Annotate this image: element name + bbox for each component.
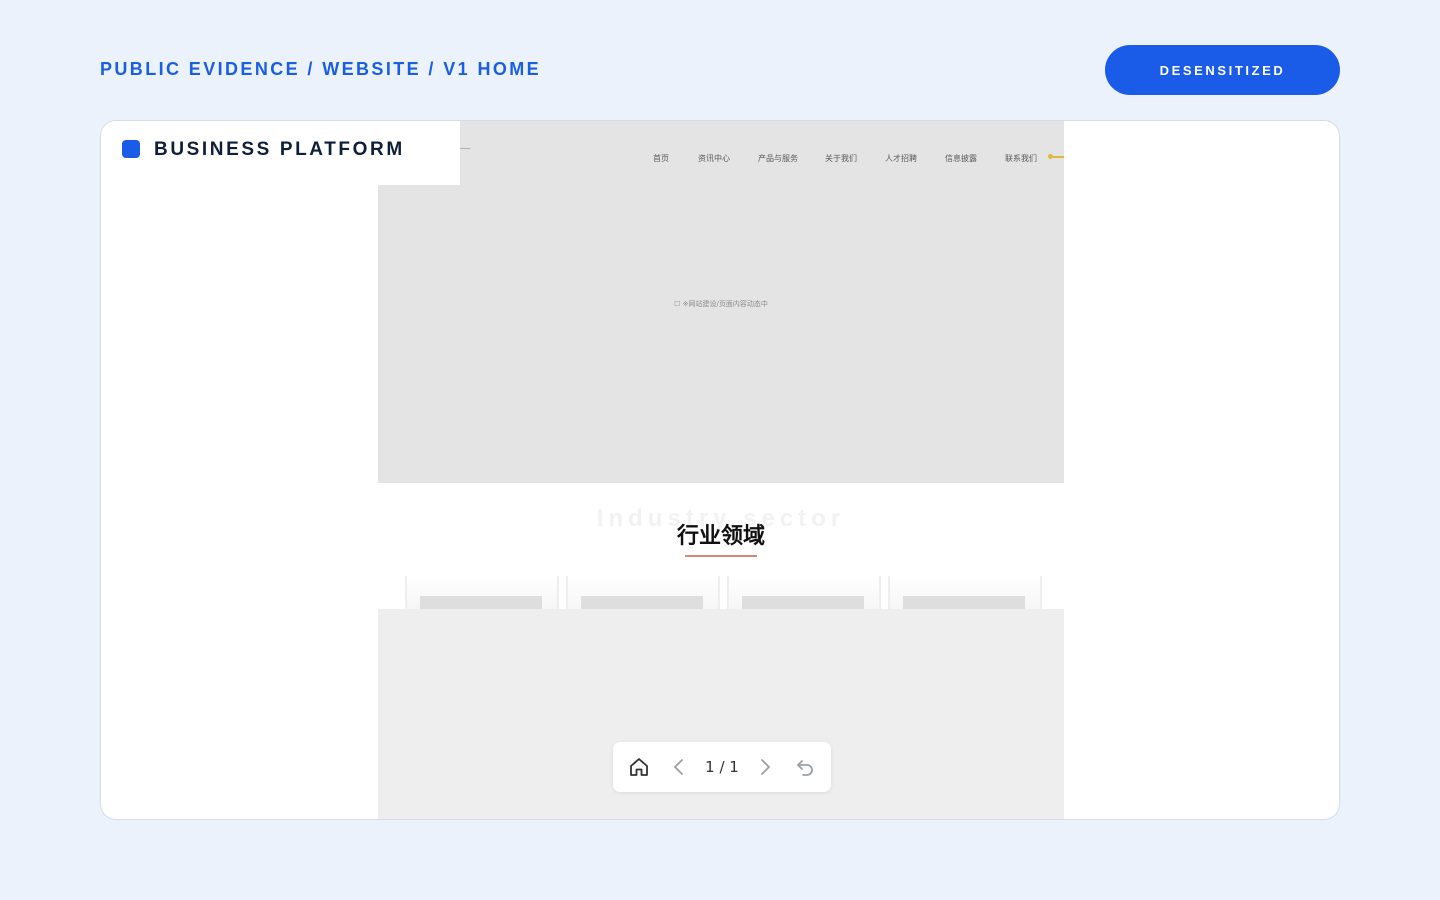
nav-toggle-icon[interactable] — [1048, 154, 1064, 160]
desensitized-badge[interactable]: DESENSITIZED — [1105, 45, 1340, 95]
nav-item-products[interactable]: 产品与服务 — [758, 153, 798, 164]
industry-card[interactable] — [727, 576, 881, 610]
website-screenshot: 首页 资讯中心 产品与服务 关于我们 人才招聘 信息披露 联系我们 ☐ ※网站建… — [378, 121, 1064, 819]
nav-item-about[interactable]: 关于我们 — [825, 153, 857, 164]
hero-banner: 首页 资讯中心 产品与服务 关于我们 人才招聘 信息披露 联系我们 ☐ ※网站建… — [378, 121, 1064, 483]
nav-item-home[interactable]: 首页 — [653, 153, 669, 164]
nav-item-disclosure[interactable]: 信息披露 — [945, 153, 977, 164]
nav-item-careers[interactable]: 人才招聘 — [885, 153, 917, 164]
section-underline — [685, 555, 757, 557]
panel-label-square — [122, 140, 140, 158]
nav-item-news[interactable]: 资讯中心 — [698, 153, 730, 164]
industry-card[interactable] — [566, 576, 720, 610]
page-viewer-toolbar: 1 / 1 — [613, 742, 831, 792]
hero-caption: ☐ ※网站建设/页面内容动态中 — [674, 300, 768, 308]
site-nav: 首页 资讯中心 产品与服务 关于我们 人才招聘 信息披露 联系我们 — [378, 153, 1064, 165]
home-icon[interactable] — [625, 753, 653, 781]
breadcrumb: PUBLIC EVIDENCE / WEBSITE / V1 HOME — [100, 59, 542, 79]
nav-item-contact[interactable]: 联系我们 — [1005, 153, 1037, 164]
chevron-left-icon[interactable] — [665, 753, 693, 781]
industry-cards — [378, 576, 1064, 610]
section-title: 行业领域 — [676, 524, 765, 549]
panel-label-text: BUSINESS PLATFORM — [154, 139, 405, 160]
evidence-card: 首页 资讯中心 产品与服务 关于我们 人才招聘 信息披露 联系我们 ☐ ※网站建… — [100, 120, 1340, 820]
industry-card[interactable] — [405, 576, 559, 610]
chevron-right-icon[interactable] — [751, 753, 779, 781]
page-indicator: 1 / 1 — [705, 758, 739, 776]
undo-icon[interactable] — [791, 753, 819, 781]
panel-label: BUSINESS PLATFORM — [101, 121, 460, 185]
industry-card[interactable] — [888, 576, 1042, 610]
